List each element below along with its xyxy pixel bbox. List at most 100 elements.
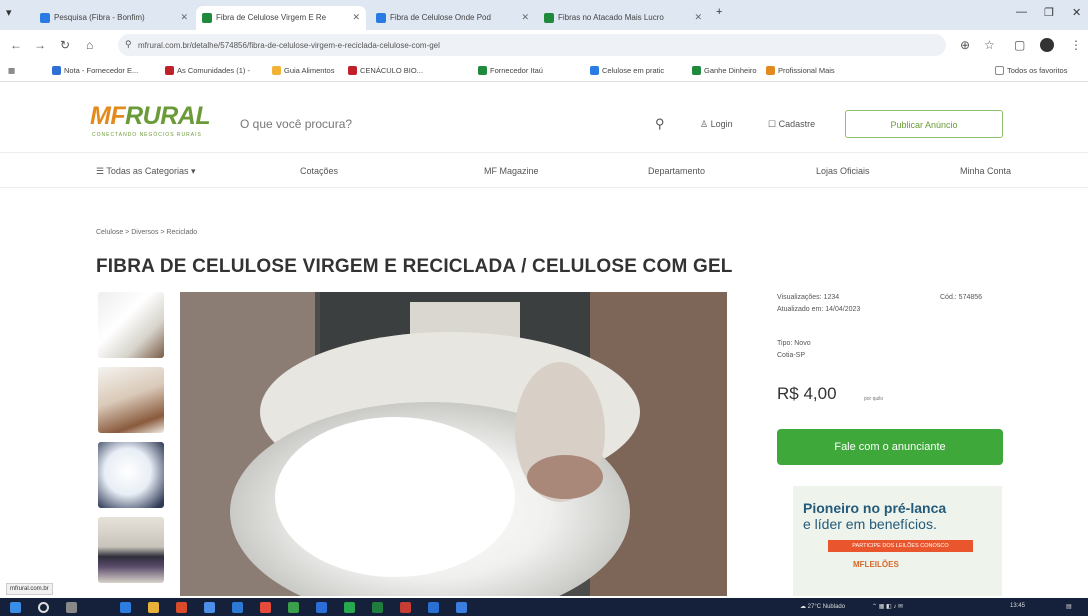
bookmark-8[interactable]: Profissional Mais bbox=[766, 66, 835, 75]
minimize-icon[interactable]: — bbox=[1016, 6, 1027, 18]
app-icon-blue[interactable] bbox=[456, 602, 467, 613]
close-icon[interactable]: ✕ bbox=[694, 12, 702, 23]
nav-item-departamento[interactable]: Departamento bbox=[648, 166, 705, 176]
address-bar[interactable]: ⚲ mfrural.com.br/detalhe/574856/fibra-de… bbox=[118, 34, 946, 56]
menu-icon[interactable]: ⋮ bbox=[1070, 38, 1082, 52]
close-icon[interactable]: ✕ bbox=[521, 12, 529, 23]
all-categories-menu[interactable]: ☰ Todas as Categorias ▾ bbox=[96, 166, 195, 177]
bookmark-favicon bbox=[272, 66, 281, 75]
tab-1[interactable]: Pesquisa (Fibra - Bonfim) ✕ bbox=[34, 6, 194, 30]
edge-icon[interactable] bbox=[120, 602, 131, 613]
home-icon[interactable]: ⌂ bbox=[86, 38, 93, 52]
maximize-icon[interactable]: ❐ bbox=[1044, 6, 1054, 19]
bookmark-favicon bbox=[165, 66, 174, 75]
ad-cta-strip: PARTICIPE DOS LEILÕES CONOSCO bbox=[828, 540, 973, 552]
search-icon[interactable]: ⚲ bbox=[655, 116, 665, 132]
product-photo bbox=[180, 292, 727, 596]
bookmark-favicon bbox=[348, 66, 357, 75]
register-link[interactable]: ☐ Cadastre bbox=[768, 119, 815, 130]
nav-item-minha-conta[interactable]: Minha Conta bbox=[960, 166, 1011, 176]
excel-icon[interactable] bbox=[372, 602, 383, 613]
apps-grid-icon[interactable]: ▦ bbox=[8, 66, 15, 75]
ad-code: Cód.: 574856 bbox=[940, 294, 983, 301]
app-icon-dark-red[interactable] bbox=[400, 602, 411, 613]
breadcrumb[interactable]: Celulose > Diversos > Reciclado bbox=[96, 229, 197, 236]
start-windows-icon[interactable] bbox=[10, 602, 21, 613]
task-view-icon[interactable] bbox=[66, 602, 77, 613]
back-icon[interactable]: ← bbox=[10, 38, 22, 52]
bookmarks-bar: ▦ Nota - Fornecedor E... As Comunidades … bbox=[0, 60, 1088, 82]
thumbnail-2[interactable] bbox=[98, 367, 164, 433]
system-tray-icons[interactable]: ⌃ ▦ ◧ ♪ ✉ bbox=[872, 603, 903, 610]
product-condition: Tipo: Novo bbox=[777, 340, 811, 347]
store-icon[interactable] bbox=[232, 602, 243, 613]
site-logo[interactable]: MFRURAL bbox=[90, 102, 211, 131]
url-text: mfrural.com.br/detalhe/574856/fibra-de-c… bbox=[138, 41, 440, 50]
forward-icon[interactable]: → bbox=[34, 38, 46, 52]
publish-ad-button[interactable]: Publicar Anúncio bbox=[845, 110, 1003, 138]
all-bookmarks[interactable]: Todos os favoritos bbox=[995, 66, 1067, 75]
search-icon[interactable] bbox=[38, 602, 49, 613]
close-icon[interactable]: ✕ bbox=[352, 12, 360, 23]
product-location: Cotia-SP bbox=[777, 352, 806, 359]
extensions-icon[interactable]: ⊕ bbox=[960, 38, 970, 52]
tab-label: Pesquisa (Fibra - Bonfim) bbox=[54, 13, 145, 22]
new-tab-button[interactable]: + bbox=[716, 6, 722, 18]
login-link[interactable]: ♙ Login bbox=[700, 119, 733, 130]
tab-2-active[interactable]: Fibra de Celulose Virgem E Re ✕ bbox=[196, 6, 366, 30]
product-main-image[interactable] bbox=[180, 292, 727, 596]
bookmark-1[interactable]: Nota - Fornecedor E... bbox=[52, 66, 138, 75]
bookmark-3[interactable]: Guia Alimentos bbox=[272, 66, 334, 75]
outlook-icon[interactable] bbox=[428, 602, 439, 613]
close-window-icon[interactable]: ✕ bbox=[1072, 6, 1081, 19]
status-bar-url: mfrural.com.br bbox=[6, 583, 53, 595]
user-icon: ♙ bbox=[700, 119, 711, 129]
site-info-icon[interactable]: ⚲ bbox=[125, 39, 132, 50]
ad-brand: MFLEILÕES bbox=[853, 560, 899, 569]
file-explorer-icon[interactable] bbox=[148, 602, 159, 613]
thumbnail-4[interactable] bbox=[98, 517, 164, 583]
notifications-icon[interactable]: ▤ bbox=[1066, 603, 1072, 610]
sidepanel-icon[interactable]: ▢ bbox=[1014, 38, 1025, 52]
chrome-icon[interactable] bbox=[288, 602, 299, 613]
nav-item-cotacoes[interactable]: Cotações bbox=[300, 166, 338, 176]
search-input[interactable]: O que você procura? bbox=[240, 109, 680, 139]
ad-subheadline: e líder em benefícios. bbox=[803, 516, 937, 532]
banner-ad[interactable]: Pioneiro no pré-lanca e líder em benefíc… bbox=[793, 486, 1002, 596]
clock[interactable]: 13:45 bbox=[1010, 603, 1025, 609]
bookmark-5[interactable]: Fornecedor Itaú bbox=[478, 66, 543, 75]
bookmark-label: Profissional Mais bbox=[778, 66, 835, 75]
tab-label: Fibras no Atacado Mais Lucro bbox=[558, 13, 664, 22]
thumbnail-3[interactable] bbox=[98, 442, 164, 508]
bookmark-6[interactable]: Celulose em pratic bbox=[590, 66, 664, 75]
bookmark-label: Fornecedor Itaú bbox=[490, 66, 543, 75]
tab-4[interactable]: Fibras no Atacado Mais Lucro ✕ bbox=[538, 6, 708, 30]
weather-widget[interactable]: ☁ 27°C Nublado bbox=[800, 603, 845, 610]
bookmark-4[interactable]: CENÁCULO BIO... bbox=[348, 66, 423, 75]
browser-tab-bar: ▾ Pesquisa (Fibra - Bonfim) ✕ Fibra de C… bbox=[0, 0, 1088, 30]
browser-nav-bar: ← → ↻ ⌂ ⚲ mfrural.com.br/detalhe/574856/… bbox=[0, 30, 1088, 60]
bookmark-2[interactable]: As Comunidades (1) - bbox=[165, 66, 250, 75]
bookmark-label: Guia Alimentos bbox=[284, 66, 335, 75]
close-icon[interactable]: ✕ bbox=[180, 12, 188, 23]
bookmark-7[interactable]: Ganhe Dinheiro bbox=[692, 66, 757, 75]
word-icon[interactable] bbox=[316, 602, 327, 613]
tab-favicon bbox=[544, 13, 554, 23]
bookmark-label: Todos os favoritos bbox=[1007, 66, 1068, 75]
app-icon-red[interactable] bbox=[260, 602, 271, 613]
whatsapp-icon[interactable] bbox=[344, 602, 355, 613]
bookmark-star-icon[interactable]: ☆ bbox=[984, 38, 995, 52]
contact-seller-button[interactable]: Fale com o anunciante bbox=[777, 429, 1003, 465]
nav-item-magazine[interactable]: MF Magazine bbox=[484, 166, 539, 176]
mail-icon[interactable] bbox=[204, 602, 215, 613]
tab-3[interactable]: Fibra de Celulose Onde Pod ✕ bbox=[370, 6, 535, 30]
nav-item-lojas[interactable]: Lojas Oficiais bbox=[816, 166, 870, 176]
category-nav: ☰ Todas as Categorias ▾ Cotações MF Maga… bbox=[0, 152, 1088, 188]
bookmark-label: Ganhe Dinheiro bbox=[704, 66, 757, 75]
thumbnail-1[interactable] bbox=[98, 292, 164, 358]
tab-search-icon[interactable]: ▾ bbox=[6, 6, 12, 19]
bookmark-label: CENÁCULO BIO... bbox=[360, 66, 423, 75]
office-icon[interactable] bbox=[176, 602, 187, 613]
reload-icon[interactable]: ↻ bbox=[60, 38, 70, 52]
profile-avatar[interactable] bbox=[1040, 38, 1054, 52]
